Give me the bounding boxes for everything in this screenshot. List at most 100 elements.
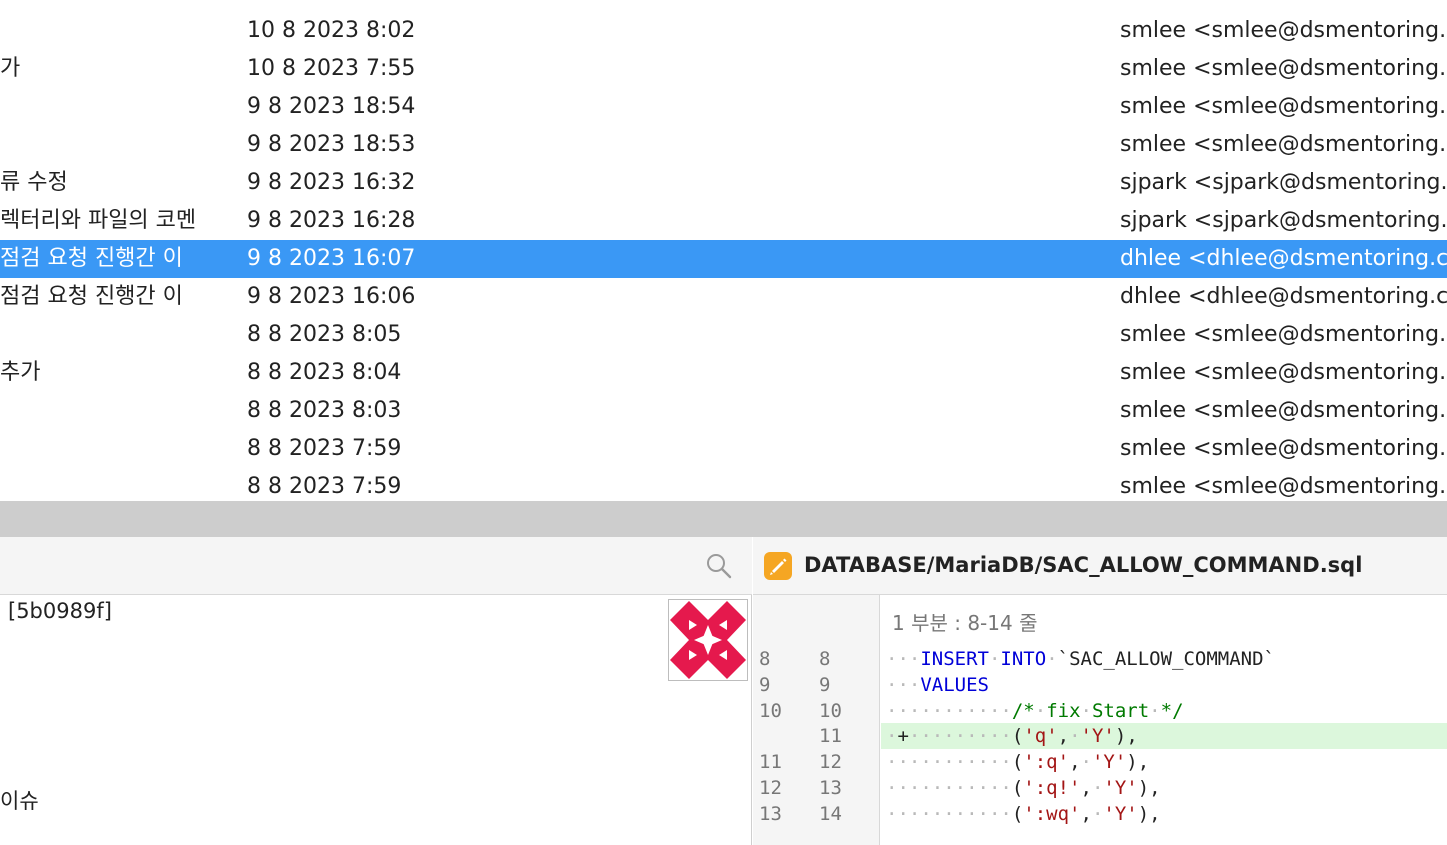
code-text: ···VALUES xyxy=(881,672,1447,698)
code-token: · xyxy=(1069,725,1081,747)
author-avatar xyxy=(668,599,748,681)
commit-message: 점검 요청 진행간 이 xyxy=(0,246,183,271)
code-token: · xyxy=(1046,648,1058,670)
code-token: ( xyxy=(1011,751,1024,773)
code-text: ·+·········('q',·'Y'), xyxy=(881,723,1447,749)
code-text: ···········(':q!',·'Y'), xyxy=(881,775,1447,801)
commit-message: 류 수정 xyxy=(0,170,68,195)
code-token: ··· xyxy=(886,648,921,670)
commit-row[interactable]: 류 수정 9 8 2023 16:32 sjpark <sjpark@dsmento… xyxy=(0,164,1447,202)
commit-row[interactable]: 렉터리와 파일의 코멘 9 8 2023 16:28 sjpark <sjpark@… xyxy=(0,202,1447,240)
diff-line-added: 11 ·+·········('q',·'Y'), xyxy=(753,723,1447,749)
commit-author: sjpark <sjpark@dsmentoring.c xyxy=(1120,208,1447,233)
code-token: ( xyxy=(1011,803,1024,825)
commit-row[interactable]: 8 8 2023 7:59 smlee <smlee@dsmentoring.c xyxy=(0,430,1447,468)
code-token: ), xyxy=(1137,803,1161,825)
code-token: , xyxy=(1069,751,1081,773)
commit-row[interactable]: 10 8 2023 8:02 smlee <smlee@dsmentoring.c xyxy=(0,12,1447,50)
new-line-number: 12 xyxy=(819,751,842,773)
code-token: ), xyxy=(1126,751,1150,773)
code-token: */ xyxy=(1160,700,1184,722)
code-token: Start xyxy=(1091,700,1150,722)
commit-row[interactable]: 8 8 2023 8:05 smlee <smlee@dsmentoring.c xyxy=(0,316,1447,354)
diff-line: 13 14 ···········(':wq',·'Y'), xyxy=(753,801,1447,827)
code-text: ···INSERT·INTO·`SAC_ALLOW_COMMAND` xyxy=(881,646,1447,672)
commit-row-selected[interactable]: 점검 요청 진행간 이 9 8 2023 16:07 dhlee <dhlee@ds… xyxy=(0,240,1447,278)
code-token: · xyxy=(1034,700,1047,722)
commit-message xyxy=(0,392,236,430)
commit-message xyxy=(0,316,236,354)
code-token: ··········· xyxy=(886,777,1012,799)
diff-line: 12 13 ···········(':q!',·'Y'), xyxy=(753,775,1447,801)
code-token: ), xyxy=(1114,725,1138,747)
code-token: ··········· xyxy=(886,803,1012,825)
commit-date: 8 8 2023 8:05 xyxy=(247,322,402,347)
code-token: `SAC_ALLOW_COMMAND` xyxy=(1057,648,1275,670)
diff-line: 9 9 ···VALUES xyxy=(753,672,1447,698)
code-token: VALUES xyxy=(920,674,989,696)
commit-author: smlee <smlee@dsmentoring.c xyxy=(1120,56,1447,81)
code-token: INSERT xyxy=(920,648,989,670)
commit-row[interactable]: 가 10 8 2023 7:55 smlee <smlee@dsmentoring.… xyxy=(0,50,1447,88)
commit-row[interactable]: 8 8 2023 8:03 smlee <smlee@dsmentoring.c xyxy=(0,392,1447,430)
code-token: ········· xyxy=(908,725,1012,747)
diff-pane: DATABASE/MariaDB/SAC_ALLOW_COMMAND.sql 1… xyxy=(753,537,1447,845)
commit-date: 9 8 2023 16:06 xyxy=(247,284,416,309)
diff-line: 8 8 ···INSERT·INTO·`SAC_ALLOW_COMMAND` xyxy=(753,646,1447,672)
code-text: ···········/*·fix·Start·*/ xyxy=(881,698,1447,724)
commit-message xyxy=(0,88,236,126)
code-token: · xyxy=(886,725,898,747)
code-token: /* xyxy=(1011,700,1035,722)
commit-author: smlee <smlee@dsmentoring.c xyxy=(1120,94,1447,119)
commit-row[interactable]: 9 8 2023 18:54 smlee <smlee@dsmentoring.c xyxy=(0,88,1447,126)
pane-splitter[interactable] xyxy=(0,501,1447,537)
code-token: · xyxy=(1080,700,1092,722)
commit-date: 9 8 2023 16:28 xyxy=(247,208,416,233)
commit-row[interactable]: 8 8 2023 7:59 smlee <smlee@dsmentoring.c xyxy=(0,468,1447,501)
commit-author: smlee <smlee@dsmentoring.c xyxy=(1120,360,1447,385)
code-token: ··········· xyxy=(886,700,1012,722)
commit-author: smlee <smlee@dsmentoring.c xyxy=(1120,18,1447,43)
commit-message xyxy=(0,430,236,468)
code-token: , xyxy=(1080,777,1092,799)
commit-date: 9 8 2023 18:53 xyxy=(247,132,416,157)
diff-line: 10 10 ···········/*·fix·Start·*/ xyxy=(753,698,1447,724)
old-line-number: 10 xyxy=(759,700,782,722)
old-line-number: 11 xyxy=(759,751,782,773)
commit-message: 추가 xyxy=(0,360,41,385)
old-line-number: 12 xyxy=(759,777,782,799)
commit-date: 10 8 2023 7:55 xyxy=(247,56,416,81)
commit-row[interactable]: 9 8 2023 18:53 smlee <smlee@dsmentoring.c xyxy=(0,126,1447,164)
code-token: INTO xyxy=(1000,648,1047,670)
code-token: 'Y' xyxy=(1091,751,1127,773)
code-token: 'Y' xyxy=(1103,803,1138,825)
commit-message: 점검 요청 진행간 이 xyxy=(0,284,183,309)
commit-message: 렉터리와 파일의 코멘 xyxy=(0,208,197,233)
code-token: , xyxy=(1080,803,1092,825)
code-token: · xyxy=(988,648,1001,670)
code-token: ), xyxy=(1137,777,1161,799)
commit-date: 10 8 2023 8:02 xyxy=(247,18,416,43)
search-icon[interactable] xyxy=(704,551,734,581)
commit-date: 8 8 2023 8:03 xyxy=(247,398,402,423)
code-token: ':wq' xyxy=(1023,803,1081,825)
code-token: · xyxy=(1091,777,1104,799)
diff-line: 11 12 ···········(':q',·'Y'), xyxy=(753,749,1447,775)
code-token: · xyxy=(1080,751,1092,773)
code-token: 'q' xyxy=(1023,725,1058,747)
code-token: , xyxy=(1057,725,1070,747)
commit-message xyxy=(0,126,236,164)
code-token: + xyxy=(897,725,909,747)
pencil-edit-icon xyxy=(764,552,792,580)
commit-message xyxy=(0,468,236,501)
code-token: 'Y' xyxy=(1103,777,1138,799)
code-text: ···········(':wq',·'Y'), xyxy=(881,801,1447,827)
hunk-header: 1 부분 : 8-14 줄 xyxy=(892,611,1038,635)
commit-row[interactable]: 점검 요청 진행간 이 9 8 2023 16:06 dhlee <dhlee@ds… xyxy=(0,278,1447,316)
commit-row[interactable]: 추가 8 8 2023 8:04 smlee <smlee@dsmentoring.… xyxy=(0,354,1447,392)
code-token: ··········· xyxy=(886,751,1012,773)
diff-file-header: DATABASE/MariaDB/SAC_ALLOW_COMMAND.sql xyxy=(753,537,1447,595)
commit-author: smlee <smlee@dsmentoring.c xyxy=(1120,132,1447,157)
old-line-number: 13 xyxy=(759,803,782,825)
commit-date: 8 8 2023 8:04 xyxy=(247,360,402,385)
